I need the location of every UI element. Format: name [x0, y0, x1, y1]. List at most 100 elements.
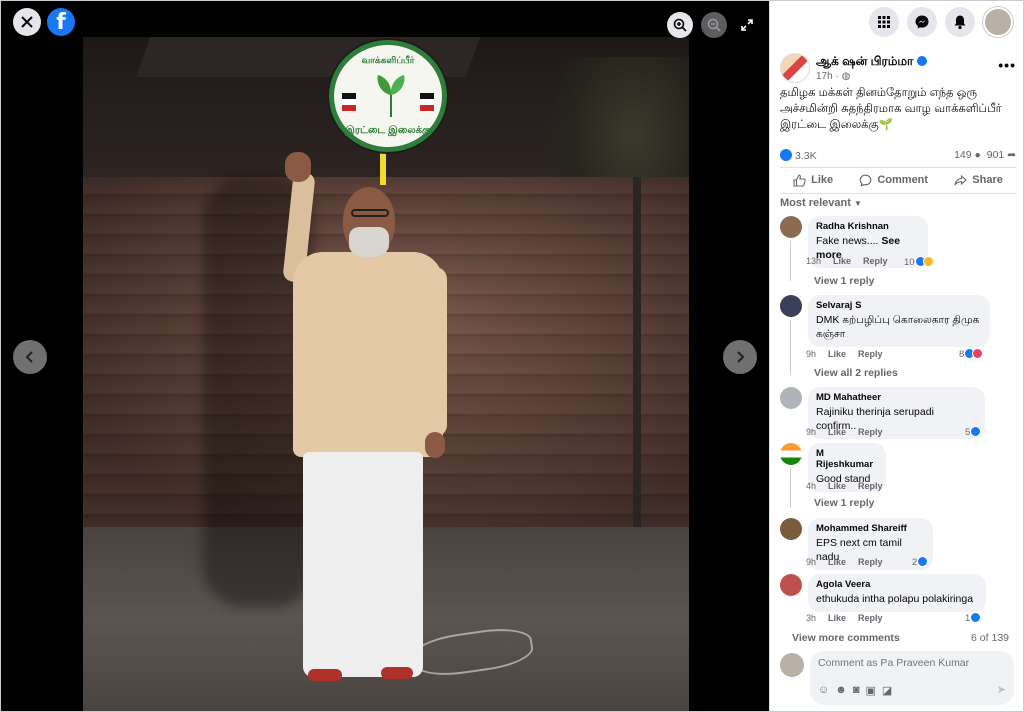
comment-author[interactable]: M Rijeshkumar [816, 448, 878, 470]
comment-time[interactable]: 4h [806, 481, 816, 491]
comment-meta: 3h Like Reply [806, 613, 883, 623]
post-photo[interactable]: வாக்களிப்பீர் இரட்டை இலைக்கு [83, 37, 689, 711]
reactions-summary[interactable]: 3.3K [780, 149, 817, 162]
share-label: Share [972, 174, 1003, 186]
comment-like-button[interactable]: Like [828, 427, 846, 437]
zoom-out-button[interactable] [701, 12, 727, 38]
gif-icon[interactable]: ▣ [865, 684, 875, 697]
comment-meta: 13h Like Reply [806, 256, 888, 266]
more-options-icon[interactable]: ••• [998, 57, 1016, 73]
reactions-count[interactable]: 3.3K [795, 150, 817, 162]
comment-reactions[interactable]: 5 [965, 426, 982, 438]
messenger-button[interactable] [907, 7, 937, 37]
comment-reply-button[interactable]: Reply [858, 557, 883, 567]
comment-reply-button[interactable]: Reply [863, 256, 888, 266]
sign-stripe-right [420, 93, 434, 111]
comment-author[interactable]: Agola Veera [816, 579, 978, 590]
account-avatar[interactable] [983, 7, 1013, 37]
avatar-sticker-icon[interactable]: ☺ [818, 684, 829, 697]
comment-avatar[interactable] [780, 518, 802, 540]
comment-time[interactable]: 9h [806, 557, 816, 567]
view-replies-link[interactable]: View 1 reply [814, 275, 875, 287]
next-photo-button[interactable] [723, 340, 757, 374]
comment-icon [859, 174, 872, 187]
page-avatar[interactable] [780, 53, 810, 83]
post-actions: Like Comment Share [780, 169, 1016, 191]
share-arrow-icon: ➦ [1007, 149, 1016, 161]
page-name[interactable]: ஆக் ஷன் பிரம்மா [816, 54, 928, 70]
comment-time[interactable]: 13h [806, 256, 821, 266]
fullscreen-button[interactable] [734, 12, 760, 38]
like-reaction-icon [970, 612, 982, 623]
emoji-icon[interactable]: ☻ [835, 684, 847, 697]
comment-author[interactable]: Selvaraj S [816, 300, 982, 311]
comment-reply-button[interactable]: Reply [858, 349, 883, 359]
person-sandal-right [381, 667, 413, 679]
person-sandal-left [308, 669, 342, 681]
sticker-icon[interactable]: ◪ [882, 684, 892, 697]
comment-avatar[interactable] [780, 387, 802, 409]
menu-button[interactable] [869, 7, 899, 37]
comment-like-button[interactable]: Like [828, 349, 846, 359]
view-more-comments-link[interactable]: View more comments [792, 632, 900, 644]
person-glasses [351, 209, 389, 217]
person-beard [349, 227, 389, 257]
comment-sort-dropdown[interactable]: Most relevant ▼ [780, 197, 862, 209]
comment-bubble: Selvaraj S DMK கற்பழிப்பு கொலைகார திமுக … [808, 295, 990, 347]
like-button[interactable]: Like [793, 169, 833, 191]
comment-avatar[interactable] [780, 574, 802, 596]
composer-tools: ☺ ☻ ◙ ▣ ◪ [818, 684, 892, 697]
comment-avatar[interactable] [780, 443, 802, 465]
comment-reactions[interactable]: 8 [959, 348, 984, 360]
comment-input[interactable] [818, 657, 998, 669]
view-replies-link[interactable]: View all 2 replies [814, 367, 898, 379]
comment-bubble: Agola Veera ethukuda intha polapu polaki… [808, 574, 986, 612]
send-icon[interactable]: ➤ [997, 683, 1006, 696]
post-time-text[interactable]: 17h · [816, 71, 839, 82]
view-replies-link[interactable]: View 1 reply [814, 497, 875, 509]
comment-time[interactable]: 3h [806, 613, 816, 623]
facebook-logo-icon: f [56, 9, 66, 35]
post-side-panel: ஆக் ஷன் பிரம்மா 17h · ◍ ••• தமிழக மக்கள்… [769, 1, 1023, 711]
comment-time[interactable]: 9h [806, 349, 816, 359]
previous-photo-button[interactable] [13, 340, 47, 374]
comment-reactions[interactable]: 2 [912, 556, 929, 568]
comment-reactions[interactable]: 1 [965, 612, 982, 624]
sign-bottom-text: இரட்டை இலைக்கு [345, 125, 431, 136]
zoom-in-button[interactable] [667, 12, 693, 38]
comment-like-button[interactable]: Like [828, 481, 846, 491]
comments-count[interactable]: 149 [954, 149, 972, 161]
comment-avatar[interactable] [780, 295, 802, 317]
comment-author[interactable]: Radha Krishnan [816, 221, 920, 232]
page-name-text[interactable]: ஆக் ஷன் பிரம்மா [816, 54, 913, 68]
camera-icon[interactable]: ◙ [853, 684, 860, 697]
chevron-right-icon [737, 351, 745, 363]
comment-reactions[interactable]: 10 [904, 256, 934, 268]
comment-meta: 9h Like Reply [806, 427, 883, 437]
fullscreen-icon [741, 19, 753, 31]
post-timestamp[interactable]: 17h · ◍ [816, 71, 850, 82]
comment-author[interactable]: MD Mahatheer [816, 392, 977, 403]
comment-like-button[interactable]: Like [828, 557, 846, 567]
zoom-out-icon [707, 18, 721, 32]
comment-author[interactable]: Mohammed Shareiff [816, 523, 925, 534]
sign-stripe-left [342, 93, 356, 111]
shares-count[interactable]: 901 [987, 149, 1005, 161]
share-button[interactable]: Share [954, 169, 1003, 191]
comment-like-button[interactable]: Like [828, 613, 846, 623]
photo-person [263, 147, 463, 687]
comment-reply-button[interactable]: Reply [858, 427, 883, 437]
comment-text: ethukuda intha polapu polakiringa [816, 593, 974, 605]
comment-button[interactable]: Comment [859, 169, 928, 191]
facebook-logo-button[interactable]: f [47, 8, 75, 36]
comment-reply-button[interactable]: Reply [858, 481, 883, 491]
comment-meta: 9h Like Reply [806, 557, 883, 567]
notifications-button[interactable] [945, 7, 975, 37]
comment-avatar[interactable] [780, 216, 802, 238]
comment-time[interactable]: 9h [806, 427, 816, 437]
comment-reply-button[interactable]: Reply [858, 613, 883, 623]
comment-text-body: Fake news.... [816, 235, 879, 247]
close-button[interactable] [13, 8, 41, 36]
comment-like-button[interactable]: Like [833, 256, 851, 266]
love-reaction-icon [972, 348, 984, 359]
